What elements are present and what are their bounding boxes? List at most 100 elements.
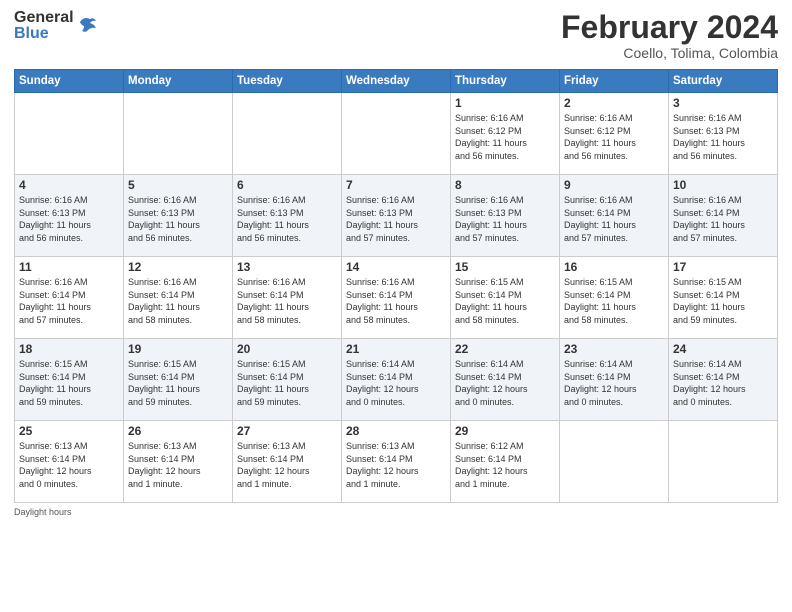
day-number: 21 [346, 342, 446, 356]
day-info: Sunrise: 6:16 AM Sunset: 6:14 PM Dayligh… [19, 276, 119, 326]
calendar-week-row: 1 Sunrise: 6:16 AM Sunset: 6:12 PM Daylig… [15, 93, 778, 175]
day-number: 1 [455, 96, 555, 110]
weekday-header-monday: Monday [124, 70, 233, 93]
calendar-day-cell: 28 Sunrise: 6:13 AM Sunset: 6:14 PM Dayli… [342, 421, 451, 503]
day-info: Sunrise: 6:16 AM Sunset: 6:13 PM Dayligh… [237, 194, 337, 244]
calendar-day-cell: 6 Sunrise: 6:16 AM Sunset: 6:13 PM Daylig… [233, 175, 342, 257]
calendar-day-cell: 4Sunrise: 6:16 AM Sunset: 6:13 PM Daylig… [15, 175, 124, 257]
month-year-title: February 2024 [561, 10, 778, 45]
day-info: Sunrise: 6:14 AM Sunset: 6:14 PM Dayligh… [673, 358, 773, 408]
day-info: Sunrise: 6:15 AM Sunset: 6:14 PM Dayligh… [128, 358, 228, 408]
calendar-day-cell: 12 Sunrise: 6:16 AM Sunset: 6:14 PM Dayli… [124, 257, 233, 339]
day-number: 8 [455, 178, 555, 192]
day-info: Sunrise: 6:14 AM Sunset: 6:14 PM Dayligh… [455, 358, 555, 408]
day-info: Sunrise: 6:13 AM Sunset: 6:14 PM Dayligh… [237, 440, 337, 490]
day-info: Sunrise: 6:12 AM Sunset: 6:14 PM Dayligh… [455, 440, 555, 490]
day-number: 6 [237, 178, 337, 192]
weekday-header-sunday: Sunday [15, 70, 124, 93]
day-info: Sunrise: 6:16 AM Sunset: 6:14 PM Dayligh… [564, 194, 664, 244]
calendar-week-row: 11 Sunrise: 6:16 AM Sunset: 6:14 PM Dayli… [15, 257, 778, 339]
footer-daylight: Daylight hours [14, 507, 778, 517]
day-number: 12 [128, 260, 228, 274]
calendar-day-cell: 26 Sunrise: 6:13 AM Sunset: 6:14 PM Dayli… [124, 421, 233, 503]
calendar-day-cell: 5 Sunrise: 6:16 AM Sunset: 6:13 PM Daylig… [124, 175, 233, 257]
calendar-day-cell: 27 Sunrise: 6:13 AM Sunset: 6:14 PM Dayli… [233, 421, 342, 503]
day-info: Sunrise: 6:13 AM Sunset: 6:14 PM Dayligh… [128, 440, 228, 490]
calendar-day-cell: 25 Sunrise: 6:13 AM Sunset: 6:14 PM Dayli… [15, 421, 124, 503]
day-info: Sunrise: 6:16 AM Sunset: 6:14 PM Dayligh… [237, 276, 337, 326]
logo-blue-text: Blue [14, 26, 74, 42]
calendar-day-cell: 1 Sunrise: 6:16 AM Sunset: 6:12 PM Daylig… [451, 93, 560, 175]
day-info: Sunrise: 6:15 AM Sunset: 6:14 PM Dayligh… [564, 276, 664, 326]
day-info: Sunrise: 6:16 AM Sunset: 6:14 PM Dayligh… [346, 276, 446, 326]
calendar-day-cell: 16 Sunrise: 6:15 AM Sunset: 6:14 PM Dayli… [560, 257, 669, 339]
day-number: 16 [564, 260, 664, 274]
day-info: Sunrise: 6:16 AM Sunset: 6:12 PM Dayligh… [455, 112, 555, 162]
day-number: 28 [346, 424, 446, 438]
weekday-header-saturday: Saturday [669, 70, 778, 93]
day-number: 25 [19, 424, 119, 438]
day-number: 18 [19, 342, 119, 356]
calendar-day-cell: 19 Sunrise: 6:15 AM Sunset: 6:14 PM Dayli… [124, 339, 233, 421]
calendar-day-cell [342, 93, 451, 175]
logo-bird-icon [76, 14, 100, 38]
weekday-header-thursday: Thursday [451, 70, 560, 93]
calendar-day-cell [124, 93, 233, 175]
calendar-week-row: 4Sunrise: 6:16 AM Sunset: 6:13 PM Daylig… [15, 175, 778, 257]
weekday-header-wednesday: Wednesday [342, 70, 451, 93]
calendar-day-cell [669, 421, 778, 503]
day-number: 15 [455, 260, 555, 274]
day-number: 7 [346, 178, 446, 192]
day-info: Sunrise: 6:14 AM Sunset: 6:14 PM Dayligh… [564, 358, 664, 408]
calendar-day-cell: 11 Sunrise: 6:16 AM Sunset: 6:14 PM Dayli… [15, 257, 124, 339]
calendar-day-cell: 21Sunrise: 6:14 AM Sunset: 6:14 PM Dayli… [342, 339, 451, 421]
calendar-day-cell: 29 Sunrise: 6:12 AM Sunset: 6:14 PM Dayli… [451, 421, 560, 503]
weekday-header-tuesday: Tuesday [233, 70, 342, 93]
calendar-day-cell: 10Sunrise: 6:16 AM Sunset: 6:14 PM Dayli… [669, 175, 778, 257]
calendar-day-cell: 15 Sunrise: 6:15 AM Sunset: 6:14 PM Dayli… [451, 257, 560, 339]
day-number: 5 [128, 178, 228, 192]
weekday-header-friday: Friday [560, 70, 669, 93]
calendar-table: SundayMondayTuesdayWednesdayThursdayFrid… [14, 69, 778, 503]
day-info: Sunrise: 6:13 AM Sunset: 6:14 PM Dayligh… [346, 440, 446, 490]
day-number: 27 [237, 424, 337, 438]
day-info: Sunrise: 6:16 AM Sunset: 6:13 PM Dayligh… [19, 194, 119, 244]
day-info: Sunrise: 6:16 AM Sunset: 6:13 PM Dayligh… [346, 194, 446, 244]
day-info: Sunrise: 6:13 AM Sunset: 6:14 PM Dayligh… [19, 440, 119, 490]
calendar-day-cell: 20Sunrise: 6:15 AM Sunset: 6:14 PM Dayli… [233, 339, 342, 421]
day-info: Sunrise: 6:16 AM Sunset: 6:13 PM Dayligh… [455, 194, 555, 244]
calendar-week-row: 18 Sunrise: 6:15 AM Sunset: 6:14 PM Dayli… [15, 339, 778, 421]
calendar-day-cell: 3 Sunrise: 6:16 AM Sunset: 6:13 PM Daylig… [669, 93, 778, 175]
calendar-day-cell: 23Sunrise: 6:14 AM Sunset: 6:14 PM Dayli… [560, 339, 669, 421]
calendar-day-cell: 22Sunrise: 6:14 AM Sunset: 6:14 PM Dayli… [451, 339, 560, 421]
day-number: 17 [673, 260, 773, 274]
calendar-day-cell: 17 Sunrise: 6:15 AM Sunset: 6:14 PM Dayli… [669, 257, 778, 339]
day-number: 29 [455, 424, 555, 438]
day-info: Sunrise: 6:15 AM Sunset: 6:14 PM Dayligh… [673, 276, 773, 326]
calendar-header-row: SundayMondayTuesdayWednesdayThursdayFrid… [15, 70, 778, 93]
calendar-week-row: 25 Sunrise: 6:13 AM Sunset: 6:14 PM Dayli… [15, 421, 778, 503]
day-number: 24 [673, 342, 773, 356]
day-number: 3 [673, 96, 773, 110]
day-number: 9 [564, 178, 664, 192]
day-number: 11 [19, 260, 119, 274]
day-number: 10 [673, 178, 773, 192]
logo: General Blue [14, 10, 100, 42]
day-number: 13 [237, 260, 337, 274]
day-number: 2 [564, 96, 664, 110]
calendar-day-cell: 7 Sunrise: 6:16 AM Sunset: 6:13 PM Daylig… [342, 175, 451, 257]
day-info: Sunrise: 6:16 AM Sunset: 6:13 PM Dayligh… [673, 112, 773, 162]
day-info: Sunrise: 6:16 AM Sunset: 6:14 PM Dayligh… [128, 276, 228, 326]
calendar-day-cell: 18Sunrise: 6:15 AM Sunset: 6:14 PM Dayli… [15, 339, 124, 421]
day-number: 14 [346, 260, 446, 274]
day-number: 19 [128, 342, 228, 356]
logo-general-text: General [14, 10, 74, 26]
calendar-day-cell: 2Sunrise: 6:16 AM Sunset: 6:12 PM Daylig… [560, 93, 669, 175]
title-section: February 2024 Coello, Tolima, Colombia [561, 10, 778, 61]
day-info: Sunrise: 6:16 AM Sunset: 6:13 PM Dayligh… [128, 194, 228, 244]
day-info: Sunrise: 6:15 AM Sunset: 6:14 PM Dayligh… [455, 276, 555, 326]
calendar-day-cell: 24 Sunrise: 6:14 AM Sunset: 6:14 PM Dayli… [669, 339, 778, 421]
day-info: Sunrise: 6:15 AM Sunset: 6:14 PM Dayligh… [237, 358, 337, 408]
calendar-day-cell: 9 Sunrise: 6:16 AM Sunset: 6:14 PM Daylig… [560, 175, 669, 257]
day-number: 26 [128, 424, 228, 438]
